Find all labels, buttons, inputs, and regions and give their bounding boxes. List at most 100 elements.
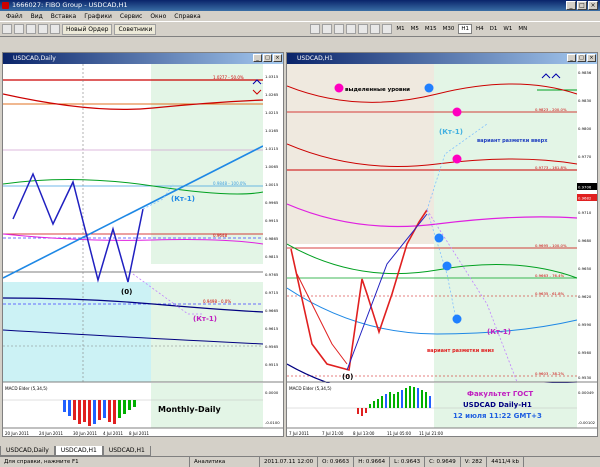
kt-label-daily: (Кт-1)	[171, 195, 195, 203]
date-tick: 7 Jul 21:00	[322, 431, 344, 436]
chart-maximize-button[interactable]: □	[263, 54, 272, 62]
fib-label: 0.9635 - 61.8%	[535, 291, 565, 296]
chart-window-h1[interactable]: USDCAD,H1 _ □ × выделенные уровни (Кт-1)…	[286, 52, 598, 437]
minimize-button[interactable]: _	[566, 1, 576, 10]
tf-mn[interactable]: MN	[516, 25, 529, 33]
daily-chart-canvas[interactable]: (Кт-1) (Кт-1) (0) 1.0277 - 50.0% 0.9848 …	[3, 64, 283, 436]
price-tick: 1.0265	[265, 92, 279, 97]
macd-tick: 0.00049	[578, 390, 594, 395]
menu-insert[interactable]: Вставка	[47, 13, 80, 20]
tf-h1[interactable]: H1	[458, 24, 473, 34]
price-tick: 0.9815	[265, 254, 279, 259]
status-close: C: 0.9649	[425, 457, 461, 467]
status-low: L: 0.9643	[390, 457, 426, 467]
level-marker-icon	[452, 314, 462, 324]
chart-minimize-button[interactable]: _	[253, 54, 262, 62]
fib-label-1: 1.0277 - 50.0%	[213, 75, 244, 80]
ask-price-tag: 0.9682	[578, 196, 592, 201]
fib-label: 0.9695 - 100.0%	[535, 243, 567, 248]
tab-usdcad-daily[interactable]: USDCAD,Daily	[0, 446, 55, 456]
tab-usdcad-h1[interactable]: USDCAD,H1	[54, 446, 103, 456]
menu-file[interactable]: Файл	[2, 13, 27, 20]
info-line-1: Факультет ГОСТ	[467, 390, 533, 398]
up-variant-label: вариант разметки вверх	[477, 138, 548, 144]
main-toolbar: Новый Ордер Советники M1 M5 M15 M30 H1 H…	[0, 21, 600, 37]
zero-label-h1: (0)	[342, 373, 353, 381]
status-high: H: 0.9664	[354, 457, 391, 467]
price-tick: 1.0215	[265, 110, 279, 115]
chart-title-bar: USDCAD,Daily _ □ ×	[3, 53, 283, 64]
new-chart-icon[interactable]	[2, 24, 12, 34]
monthly-daily-label: Monthly-Daily	[158, 405, 221, 414]
bid-price-tag: 0.9706	[578, 185, 592, 190]
chart-close-button[interactable]: ×	[587, 54, 596, 62]
level-marker-icon	[452, 107, 462, 117]
price-tick: 1.0165	[265, 128, 279, 133]
menu-tools[interactable]: Сервис	[116, 13, 146, 20]
chart-window-daily[interactable]: USDCAD,Daily _ □ × (Кт-1) (Кт-1) (0) 1.0…	[2, 52, 284, 437]
price-tick: 0.9830	[578, 98, 592, 103]
fib-label: 0.9773 - 161.8%	[535, 165, 567, 170]
chart-close-button[interactable]: ×	[273, 54, 282, 62]
tf-m30[interactable]: M30	[441, 25, 457, 33]
date-tick: 7 Jul 2011	[289, 431, 310, 436]
advisors-button[interactable]: Советники	[114, 23, 157, 35]
crosshair-icon[interactable]	[310, 24, 321, 34]
price-tick: 0.9515	[265, 362, 279, 367]
date-tick: 11 Jul 21:00	[419, 431, 443, 436]
chart-minimize-button[interactable]: _	[567, 54, 576, 62]
price-tick: 0.9965	[265, 200, 279, 205]
app-title: 1666027: FIBO Group - USDCAD,H1	[12, 1, 128, 9]
menu-view[interactable]: Вид	[27, 13, 47, 20]
info-line-2: USDCAD Daily-H1	[463, 401, 532, 409]
market-watch-icon[interactable]	[26, 24, 36, 34]
tf-w1[interactable]: W1	[501, 25, 514, 33]
status-profile: Аналитика	[190, 457, 260, 467]
date-tick: 11 Jul 05:00	[387, 431, 411, 436]
navigator-icon[interactable]	[38, 24, 48, 34]
price-tick: 0.9560	[578, 350, 592, 355]
level-marker-icon	[424, 83, 434, 93]
down-variant-label: вариант разметки вниз	[427, 348, 494, 354]
tf-m1[interactable]: M1	[394, 25, 406, 33]
chart-title-bar: USDCAD,H1 _ □ ×	[287, 53, 597, 64]
h1-chart-canvas[interactable]: выделенные уровни (Кт-1) (Кт-1) вариант …	[287, 64, 597, 436]
tf-h4[interactable]: H4	[474, 25, 486, 33]
tf-m15[interactable]: M15	[423, 25, 439, 33]
menu-charts[interactable]: Графики	[80, 13, 116, 20]
status-open: O: 0.9663	[318, 457, 355, 467]
chart-title: USDCAD,Daily	[13, 55, 56, 62]
level-marker-icon	[442, 261, 452, 271]
menu-bar: Файл Вид Вставка Графики Сервис Окно Спр…	[0, 11, 600, 21]
zoom-out-icon[interactable]	[358, 24, 369, 34]
fib-label: 0.9823 - 200.0%	[535, 107, 567, 112]
macd-tick: 0.0000	[265, 390, 279, 395]
chart-maximize-button[interactable]: □	[577, 54, 586, 62]
line-tool-icon[interactable]	[322, 24, 333, 34]
tf-d1[interactable]: D1	[488, 25, 500, 33]
status-time: 2011.07.11 12:00	[260, 457, 319, 467]
price-tick: 0.9770	[578, 154, 592, 159]
menu-help[interactable]: Справка	[170, 13, 204, 20]
price-tick: 0.9590	[578, 322, 592, 327]
info-line-3: 12 июля 11:22 GMT+3	[453, 412, 542, 420]
terminal-icon[interactable]	[50, 24, 60, 34]
tab-usdcad-h1-2[interactable]: USDCAD,H1	[102, 446, 151, 456]
zoom-in-icon[interactable]	[346, 24, 357, 34]
text-tool-icon[interactable]	[334, 24, 345, 34]
price-tick: 0.9765	[265, 272, 279, 277]
date-tick: 8 Jul 13:00	[353, 431, 375, 436]
profiles-icon[interactable]	[14, 24, 24, 34]
app-titlebar: 1666027: FIBO Group - USDCAD,H1 _ □ ×	[0, 0, 600, 11]
menu-window[interactable]: Окно	[146, 13, 170, 20]
level-marker-icon	[334, 83, 344, 93]
tf-m5[interactable]: M5	[409, 25, 421, 33]
price-tick: 0.9856	[578, 70, 592, 75]
date-tick: 24 Jun 2011	[39, 431, 64, 436]
maximize-button[interactable]: □	[577, 1, 587, 10]
new-order-button[interactable]: Новый Ордер	[62, 23, 113, 35]
grid-icon[interactable]	[370, 24, 381, 34]
autoscroll-icon[interactable]	[382, 24, 393, 34]
selected-levels-label: выделенные уровни	[345, 87, 410, 93]
close-button[interactable]: ×	[588, 1, 598, 10]
